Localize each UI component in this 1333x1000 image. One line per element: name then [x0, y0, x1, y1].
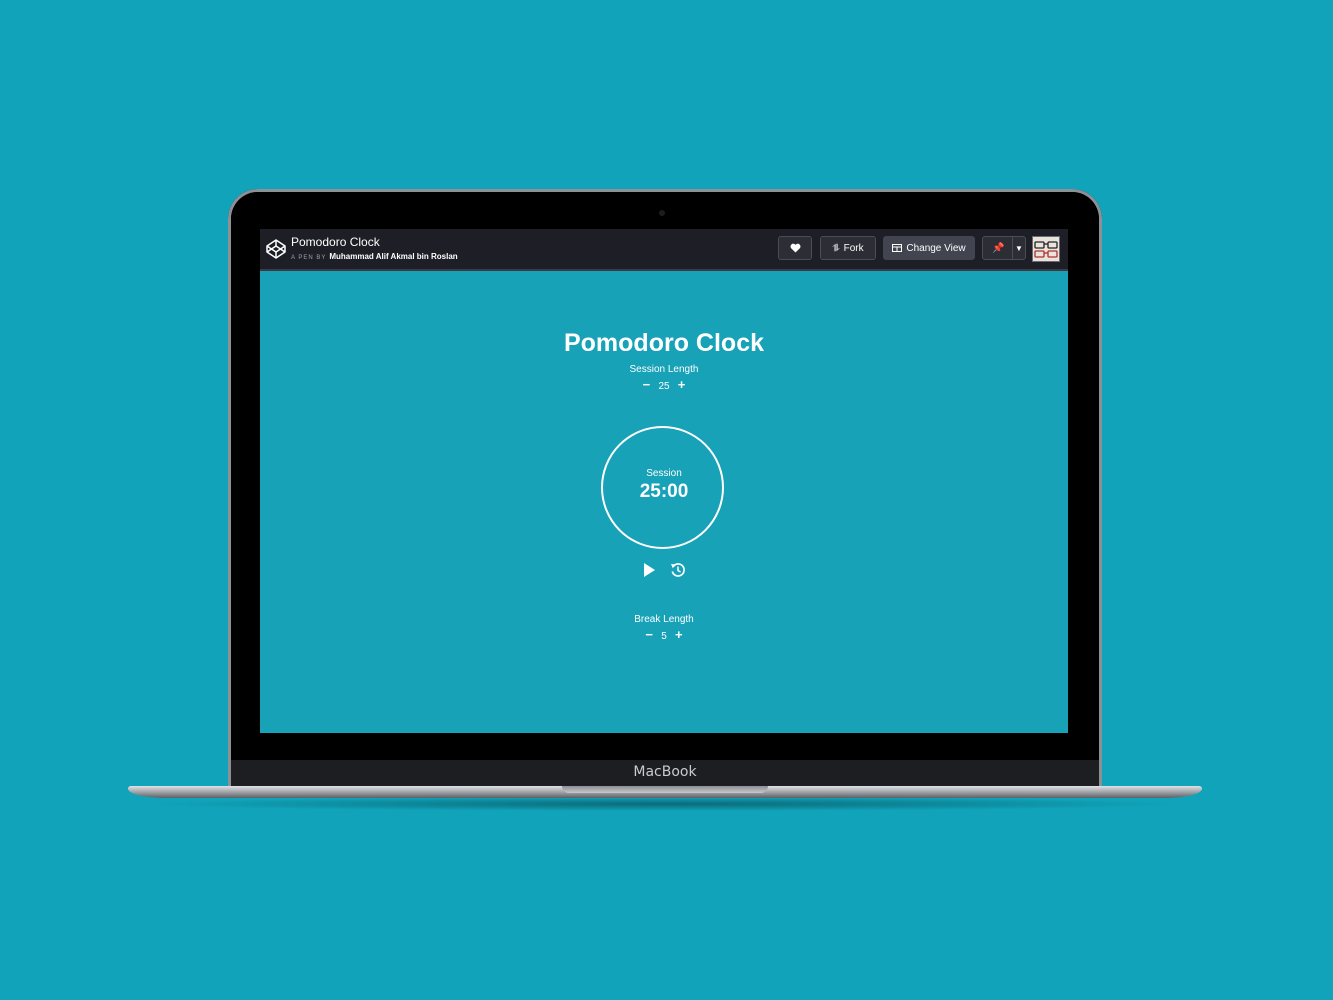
session-length-stepper: −25 +: [260, 377, 1068, 392]
fork-label: Fork: [843, 243, 864, 254]
camera-icon: [659, 210, 665, 216]
break-length-value: 5: [661, 631, 667, 642]
device-mockup: MacBook Pomodoro Clock A PEN BY Muhammad …: [0, 0, 1333, 1000]
session-length-label: Session Length: [629, 364, 699, 375]
avatar[interactable]: [1032, 236, 1060, 262]
timer-value: 25:00: [639, 481, 689, 502]
pen-author-line: A PEN BY Muhammad Alif Akmal bin Roslan: [291, 252, 458, 261]
break-decrement-button[interactable]: −: [643, 627, 655, 642]
break-increment-button[interactable]: +: [673, 627, 685, 642]
laptop-shadow: [150, 797, 1180, 811]
break-length-stepper: −5 +: [260, 627, 1068, 642]
play-icon[interactable]: [641, 562, 657, 578]
session-increment-button[interactable]: +: [676, 377, 688, 392]
app-title: Pomodoro Clock: [563, 329, 764, 357]
codepen-topbar: Pomodoro Clock A PEN BY Muhammad Alif Akm…: [260, 229, 1068, 271]
pin-button[interactable]: 📌 ▼: [982, 236, 1026, 260]
screen: Pomodoro Clock A PEN BY Muhammad Alif Akm…: [260, 229, 1068, 733]
session-length-value: 25: [658, 381, 670, 392]
fork-button[interactable]: ⥮ Fork: [820, 236, 876, 260]
pen-by-label: A PEN BY: [291, 255, 327, 261]
break-length-label: Break Length: [634, 614, 694, 625]
session-decrement-button[interactable]: −: [640, 377, 652, 392]
codepen-logo-icon[interactable]: [266, 239, 286, 259]
avatar-glasses-icon: [1034, 241, 1058, 258]
change-view-button[interactable]: Change View: [883, 236, 975, 260]
chevron-down-icon[interactable]: ▼: [1015, 237, 1023, 261]
pin-icon[interactable]: 📌: [992, 237, 1004, 261]
reset-icon[interactable]: [670, 562, 686, 578]
timer-label: Session: [646, 468, 682, 479]
change-view-label: Change View: [906, 243, 966, 254]
layout-icon: [892, 244, 903, 253]
heart-icon: [790, 244, 800, 253]
device-brand-label: MacBook: [633, 764, 697, 780]
pen-author-link[interactable]: Muhammad Alif Akmal bin Roslan: [329, 252, 457, 261]
pen-title[interactable]: Pomodoro Clock: [291, 235, 380, 249]
fork-icon: ⥮: [832, 243, 840, 254]
laptop-notch: [562, 786, 768, 793]
heart-button[interactable]: [778, 236, 812, 260]
